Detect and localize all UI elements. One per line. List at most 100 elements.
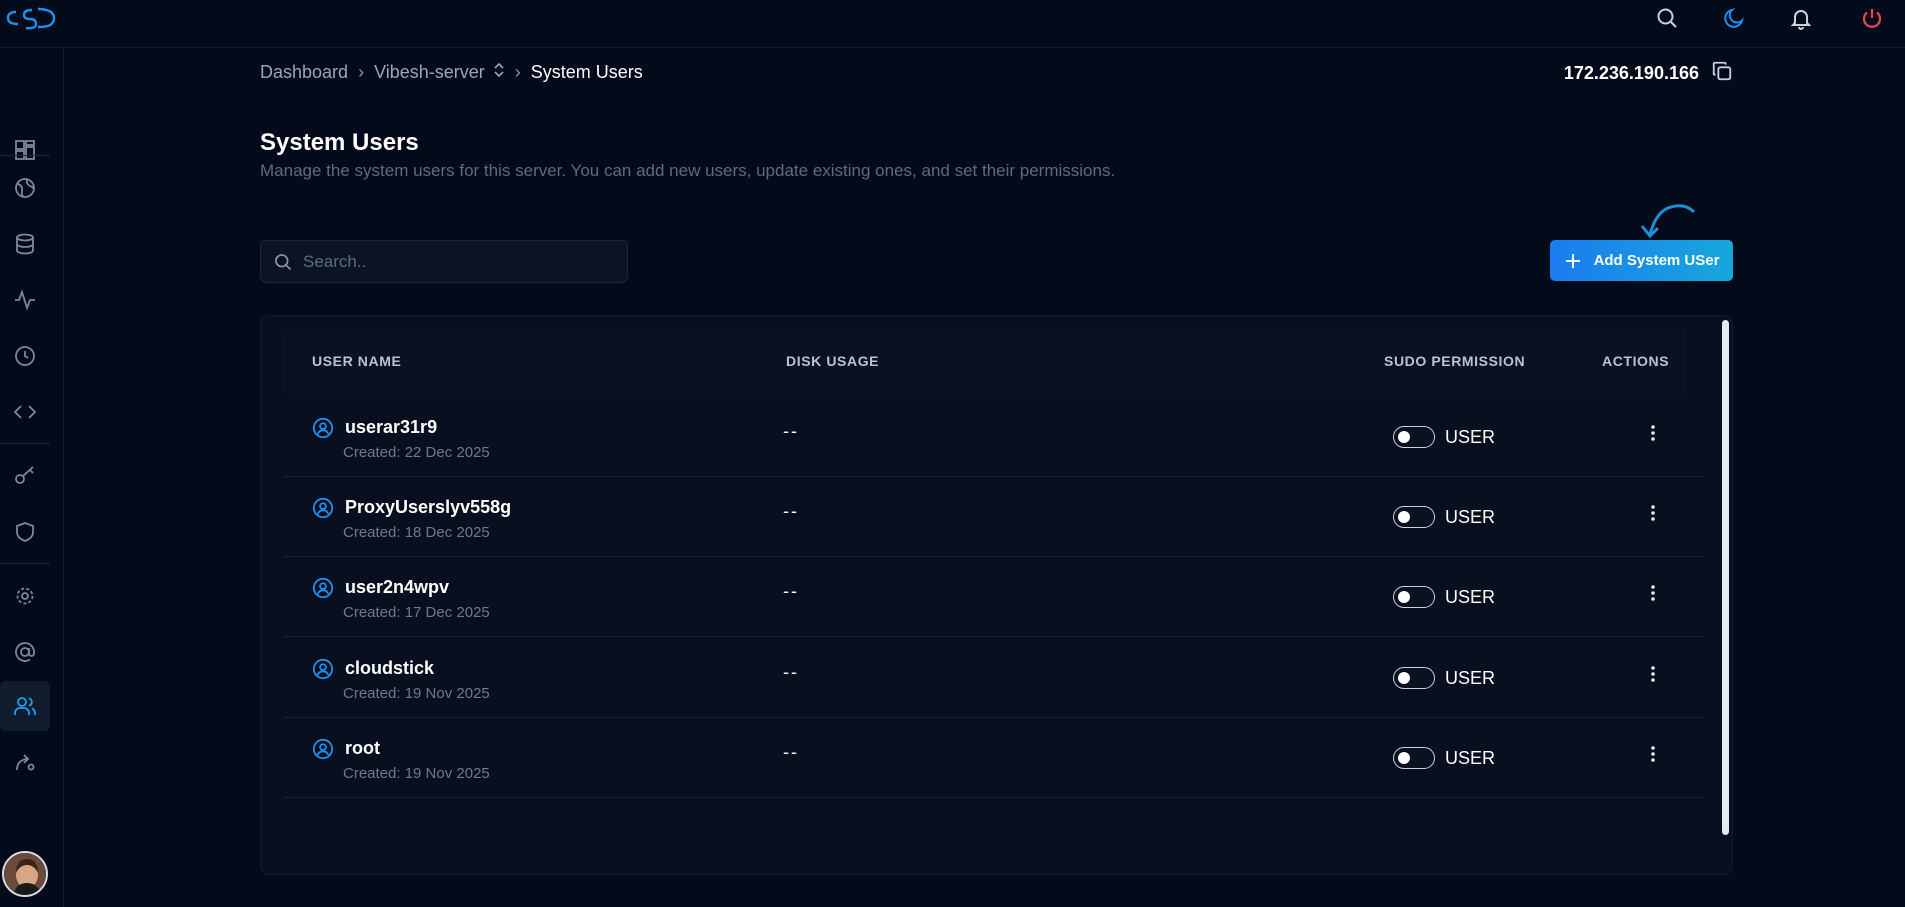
users-table: USER NAME DISK USAGE SUDO PERMISSION ACT… bbox=[260, 315, 1733, 875]
user-circle-icon bbox=[312, 577, 334, 604]
column-header-disk-usage: DISK USAGE bbox=[786, 353, 880, 369]
sudo-toggle[interactable] bbox=[1393, 506, 1435, 528]
scrollbar[interactable] bbox=[1722, 320, 1729, 835]
page-title: System Users bbox=[260, 129, 419, 156]
moon-icon[interactable] bbox=[1720, 4, 1748, 32]
sidebar-item-email[interactable] bbox=[0, 627, 50, 677]
sidebar-item-deploy[interactable] bbox=[0, 737, 50, 787]
search-icon bbox=[275, 253, 292, 270]
dashboard-icon bbox=[15, 140, 35, 160]
power-icon[interactable] bbox=[1858, 4, 1886, 32]
plus-icon bbox=[1565, 253, 1580, 268]
sidebar-divider bbox=[0, 443, 50, 444]
user-circle-icon bbox=[312, 497, 334, 524]
breadcrumb-server[interactable]: Vibesh-server bbox=[374, 62, 485, 83]
more-actions-icon[interactable] bbox=[1643, 662, 1663, 686]
sudo-role-label: USER bbox=[1445, 668, 1496, 688]
table-header: USER NAME DISK USAGE SUDO PERMISSION ACT… bbox=[283, 326, 1687, 396]
table-row: user2n4wpv Created: 17 Dec 2025 -- USER bbox=[283, 557, 1703, 637]
sudo-toggle[interactable] bbox=[1393, 586, 1435, 608]
disk-usage: -- bbox=[783, 421, 799, 441]
sidebar-item-database[interactable] bbox=[0, 219, 50, 269]
search-box bbox=[260, 240, 628, 283]
add-system-user-button[interactable]: Add System USer bbox=[1550, 240, 1733, 281]
sidebar bbox=[0, 48, 64, 907]
avatar[interactable] bbox=[2, 851, 48, 897]
sidebar-item-security[interactable] bbox=[0, 507, 50, 557]
bell-icon[interactable] bbox=[1787, 4, 1815, 32]
page-description: Manage the system users for this server.… bbox=[260, 161, 1116, 180]
sudo-toggle[interactable] bbox=[1393, 667, 1435, 689]
sudo-role-label: USER bbox=[1445, 507, 1496, 527]
user-name[interactable]: root bbox=[345, 738, 380, 759]
column-header-user-name: USER NAME bbox=[312, 353, 402, 369]
deploy-icon bbox=[16, 754, 35, 771]
user-circle-icon bbox=[312, 738, 334, 765]
sudo-role-label: USER bbox=[1445, 748, 1496, 768]
copy-icon[interactable] bbox=[1711, 60, 1733, 87]
more-actions-icon[interactable] bbox=[1643, 581, 1663, 605]
more-actions-icon[interactable] bbox=[1643, 421, 1663, 445]
shield-icon bbox=[16, 522, 34, 542]
sidebar-divider bbox=[0, 563, 50, 564]
user-name[interactable]: cloudstick bbox=[345, 658, 434, 679]
more-actions-icon[interactable] bbox=[1643, 742, 1663, 766]
sidebar-item-system-users[interactable] bbox=[0, 681, 50, 731]
user-circle-icon bbox=[312, 417, 334, 444]
breadcrumb-dashboard[interactable]: Dashboard bbox=[260, 62, 348, 83]
table-row: cloudstick Created: 19 Nov 2025 -- USER bbox=[283, 638, 1703, 718]
code-icon bbox=[13, 405, 37, 419]
user-name[interactable]: ProxyUserslyv558g bbox=[345, 497, 511, 518]
sudo-role-label: USER bbox=[1445, 427, 1496, 447]
breadcrumb: Dashboard › Vibesh-server › System Users bbox=[260, 62, 643, 83]
settings-icon bbox=[16, 587, 34, 605]
arrow-icon bbox=[1640, 204, 1696, 239]
sidebar-item-ssh-keys[interactable] bbox=[0, 451, 50, 501]
sudo-toggle[interactable] bbox=[1393, 426, 1435, 448]
key-icon bbox=[15, 466, 34, 484]
chevron-right-icon: › bbox=[514, 62, 521, 82]
sudo-toggle[interactable] bbox=[1393, 747, 1435, 769]
add-system-user-label: Add System USer bbox=[1593, 252, 1720, 269]
user-name[interactable]: userar31r9 bbox=[345, 417, 437, 438]
user-created-date: Created: 19 Nov 2025 bbox=[343, 685, 490, 702]
server-ip: 172.236.190.166 bbox=[1564, 60, 1733, 87]
table-row: root Created: 19 Nov 2025 -- USER bbox=[283, 718, 1703, 798]
disk-usage: -- bbox=[783, 662, 799, 682]
breadcrumb-current: System Users bbox=[530, 62, 643, 82]
search-icon[interactable] bbox=[1653, 4, 1681, 32]
user-circle-icon bbox=[312, 658, 334, 685]
top-bar bbox=[0, 0, 1905, 48]
sudo-role-label: USER bbox=[1445, 587, 1496, 607]
column-header-actions: ACTIONS bbox=[1602, 353, 1670, 369]
search-input[interactable] bbox=[303, 251, 603, 272]
disk-usage: -- bbox=[783, 501, 799, 521]
at-icon bbox=[15, 642, 35, 662]
logo[interactable] bbox=[2, 4, 58, 32]
globe-icon bbox=[15, 178, 35, 198]
users-icon bbox=[14, 697, 36, 715]
sidebar-divider bbox=[0, 155, 50, 156]
sidebar-item-domains[interactable] bbox=[0, 163, 50, 213]
chevron-updown-icon[interactable] bbox=[493, 62, 505, 83]
sidebar-item-cron[interactable] bbox=[0, 331, 50, 381]
toggle-knob bbox=[1398, 591, 1410, 603]
sidebar-item-monitoring[interactable] bbox=[0, 275, 50, 325]
user-name[interactable]: user2n4wpv bbox=[345, 577, 449, 598]
activity-icon bbox=[15, 289, 35, 311]
user-created-date: Created: 18 Dec 2025 bbox=[343, 524, 490, 541]
more-actions-icon[interactable] bbox=[1643, 501, 1663, 525]
disk-usage: -- bbox=[783, 581, 799, 601]
database-icon bbox=[16, 233, 34, 255]
user-created-date: Created: 19 Nov 2025 bbox=[343, 765, 490, 782]
sidebar-item-code[interactable] bbox=[0, 387, 50, 437]
sidebar-item-settings[interactable] bbox=[0, 571, 50, 621]
toggle-knob bbox=[1398, 511, 1410, 523]
table-row: ProxyUserslyv558g Created: 18 Dec 2025 -- U… bbox=[283, 477, 1703, 557]
toggle-knob bbox=[1398, 752, 1410, 764]
server-ip-text: 172.236.190.166 bbox=[1563, 63, 1699, 83]
user-created-date: Created: 17 Dec 2025 bbox=[343, 604, 490, 621]
user-created-date: Created: 22 Dec 2025 bbox=[343, 444, 490, 461]
chevron-right-icon: › bbox=[358, 62, 365, 82]
table-row: userar31r9 Created: 22 Dec 2025 -- USER bbox=[283, 397, 1703, 477]
